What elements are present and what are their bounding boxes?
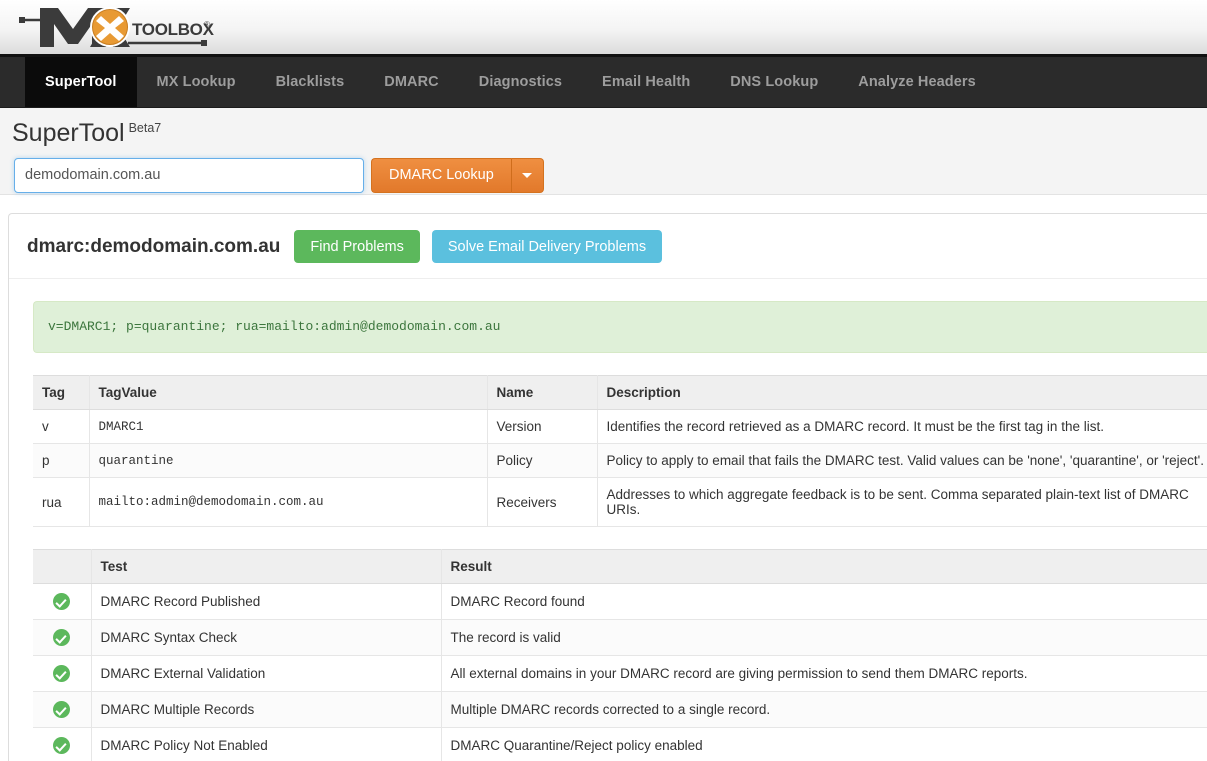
check-circle-icon	[53, 665, 71, 683]
col-test: Test	[91, 549, 442, 585]
col-name: Name	[487, 375, 598, 411]
result-title: dmarc:demodomain.com.au	[27, 235, 281, 257]
cell-test: DMARC Multiple Records	[91, 691, 442, 729]
results-card: dmarc:demodomain.com.au Find Problems So…	[8, 213, 1207, 761]
nav-item-supertool[interactable]: SuperTool	[25, 57, 137, 107]
test-table-body: DMARC Record Published DMARC Record foun…	[33, 583, 1207, 761]
lookup-dropdown-toggle[interactable]	[510, 157, 544, 193]
check-circle-icon	[53, 701, 71, 719]
cell-status	[33, 691, 92, 729]
dmarc-record-box: v=DMARC1; p=quarantine; rua=mailto:admin…	[33, 301, 1207, 354]
mxtoolbox-logo[interactable]: TOOLBOX ®	[18, 2, 218, 54]
dmarc-lookup-button[interactable]: DMARC Lookup	[371, 157, 511, 193]
cell-tag: rua	[33, 477, 90, 528]
tag-table-header: Tag TagValue Name Description	[33, 375, 1207, 411]
nav-label: DMARC	[384, 74, 439, 90]
nav-label: DNS Lookup	[730, 74, 819, 90]
col-tag: Tag	[33, 375, 90, 411]
cell-tagvalue: mailto:admin@demodomain.com.au	[89, 477, 488, 528]
page-title-text: SuperTool	[12, 119, 125, 147]
cell-result: Multiple DMARC records corrected to a si…	[441, 691, 1207, 729]
cell-test: DMARC External Validation	[91, 655, 442, 693]
table-row: DMARC Policy Not Enabled DMARC Quarantin…	[33, 727, 1207, 761]
cell-test: DMARC Syntax Check	[91, 619, 442, 657]
results-card-body: v=DMARC1; p=quarantine; rua=mailto:admin…	[9, 279, 1207, 761]
nav-item-mx-lookup[interactable]: MX Lookup	[137, 57, 256, 107]
check-circle-icon	[53, 629, 71, 647]
cell-result: All external domains in your DMARC recor…	[441, 655, 1207, 693]
cell-status	[33, 727, 92, 761]
nav-item-email-health[interactable]: Email Health	[582, 57, 710, 107]
cell-result: The record is valid	[441, 619, 1207, 657]
solve-email-delivery-problems-button[interactable]: Solve Email Delivery Problems	[431, 230, 663, 263]
col-description: Description	[597, 375, 1207, 411]
cell-result: DMARC Quarantine/Reject policy enabled	[441, 727, 1207, 761]
masthead: TOOLBOX ®	[0, 0, 1207, 57]
nav-label: Email Health	[602, 74, 691, 90]
cell-test: DMARC Policy Not Enabled	[91, 727, 442, 761]
col-result: Result	[441, 549, 1207, 585]
tag-table-body: v DMARC1 Version Identifies the record r…	[33, 409, 1207, 528]
svg-text:TOOLBOX: TOOLBOX	[132, 20, 215, 39]
test-table-header: Test Result	[33, 549, 1207, 585]
nav-item-blacklists[interactable]: Blacklists	[256, 57, 365, 107]
nav-label: MX Lookup	[156, 74, 236, 90]
nav-item-dmarc[interactable]: DMARC	[364, 57, 458, 107]
nav-label: Blacklists	[275, 74, 345, 90]
cell-test: DMARC Record Published	[91, 583, 442, 621]
check-circle-icon	[53, 593, 71, 611]
nav-item-dns-lookup[interactable]: DNS Lookup	[710, 57, 838, 107]
nav-label: SuperTool	[45, 74, 117, 90]
cell-description: Identifies the record retrieved as a DMA…	[597, 409, 1207, 445]
beta-badge: Beta7	[128, 120, 162, 135]
dmarc-tag-table: Tag TagValue Name Description v DMARC1 V…	[33, 375, 1207, 528]
cell-name: Receivers	[487, 477, 598, 528]
dmarc-test-table: Test Result DMARC Record Published DMARC…	[33, 549, 1207, 761]
search-row: DMARC Lookup	[14, 157, 1207, 193]
cell-status	[33, 583, 92, 621]
cell-tagvalue: DMARC1	[89, 409, 488, 445]
cell-result: DMARC Record found	[441, 583, 1207, 621]
table-header-row: Tag TagValue Name Description	[33, 375, 1207, 411]
nav-item-diagnostics[interactable]: Diagnostics	[459, 57, 582, 107]
cell-tagvalue: quarantine	[89, 443, 488, 479]
col-tagvalue: TagValue	[89, 375, 488, 411]
results-card-header: dmarc:demodomain.com.au Find Problems So…	[9, 214, 1207, 279]
cell-name: Policy	[487, 443, 598, 479]
cell-description: Policy to apply to email that fails the …	[597, 443, 1207, 479]
table-row: p quarantine Policy Policy to apply to e…	[33, 443, 1207, 479]
chevron-down-icon	[522, 172, 533, 178]
find-problems-button[interactable]: Find Problems	[294, 230, 420, 263]
table-row: v DMARC1 Version Identifies the record r…	[33, 409, 1207, 445]
main-navigation: SuperTool MX Lookup Blacklists DMARC Dia…	[0, 57, 1207, 108]
svg-text:®: ®	[204, 20, 210, 29]
table-row: DMARC Syntax Check The record is valid	[33, 619, 1207, 657]
nav-item-analyze-headers[interactable]: Analyze Headers	[838, 57, 996, 107]
table-row: rua mailto:admin@demodomain.com.au Recei…	[33, 477, 1207, 528]
cell-description: Addresses to which aggregate feedback is…	[597, 477, 1207, 528]
cell-status	[33, 619, 92, 657]
nav-label: Analyze Headers	[858, 74, 976, 90]
table-row: DMARC External Validation All external d…	[33, 655, 1207, 693]
table-row: DMARC Record Published DMARC Record foun…	[33, 583, 1207, 621]
supertool-search-band: SuperToolBeta7 DMARC Lookup	[0, 108, 1207, 195]
cell-name: Version	[487, 409, 598, 445]
lookup-button-group: DMARC Lookup	[371, 157, 544, 193]
page-title: SuperTool Beta7	[12, 119, 1207, 148]
table-header-row: Test Result	[33, 549, 1207, 585]
cell-tag: v	[33, 409, 90, 445]
search-input[interactable]	[14, 157, 364, 193]
cell-status	[33, 655, 92, 693]
table-row: DMARC Multiple Records Multiple DMARC re…	[33, 691, 1207, 729]
check-circle-icon	[53, 737, 71, 755]
col-status	[33, 549, 92, 585]
cell-tag: p	[33, 443, 90, 479]
nav-label: Diagnostics	[478, 74, 563, 90]
